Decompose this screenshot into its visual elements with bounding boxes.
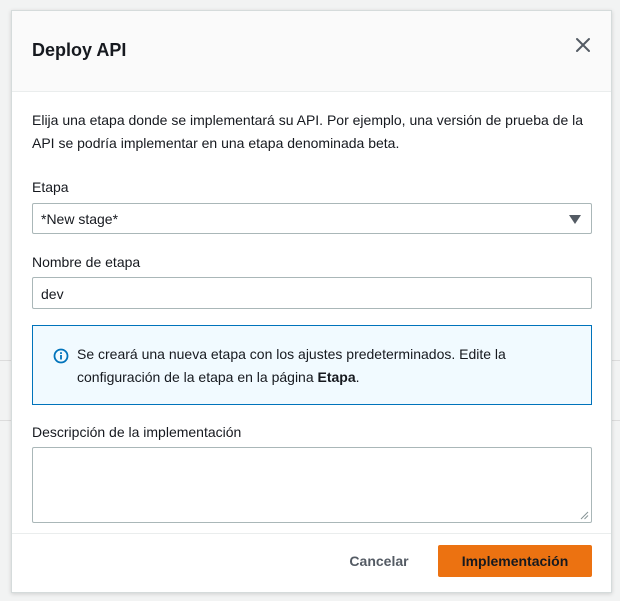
- close-icon: [576, 38, 590, 52]
- stage-name-value: dev: [41, 286, 64, 302]
- info-alert-text-before: Se creará una nueva etapa con los ajuste…: [77, 346, 506, 385]
- close-button[interactable]: [571, 33, 595, 57]
- intro-text: Elija una etapa donde se implementará su…: [32, 112, 584, 151]
- info-alert-stage-link: Etapa: [317, 369, 356, 385]
- caret-down-icon: [569, 215, 581, 224]
- info-alert-text: Se creará una nueva etapa con los ajuste…: [77, 343, 567, 389]
- deploy-button[interactable]: Implementación: [438, 545, 592, 577]
- stage-select-value: *New stage*: [41, 211, 119, 227]
- cancel-button[interactable]: Cancelar: [332, 545, 426, 577]
- description-label: Descripción de la implementación: [32, 424, 242, 440]
- stage-select[interactable]: *New stage*: [32, 203, 592, 234]
- modal-title: Deploy API: [32, 40, 127, 60]
- deploy-api-modal: Deploy API Elija una etapa donde se impl…: [11, 10, 612, 593]
- stage-name-input[interactable]: dev: [32, 277, 592, 309]
- stage-label: Etapa: [32, 179, 69, 195]
- modal-footer: Cancelar Implementación: [12, 533, 611, 592]
- modal-header: Deploy API: [12, 11, 611, 92]
- description-textarea[interactable]: [32, 447, 592, 523]
- info-alert: Se creará una nueva etapa con los ajuste…: [32, 325, 592, 405]
- info-icon: [53, 348, 69, 364]
- resize-grip-icon[interactable]: [580, 511, 589, 520]
- info-alert-text-after: .: [355, 369, 360, 385]
- stage-name-label: Nombre de etapa: [32, 254, 141, 270]
